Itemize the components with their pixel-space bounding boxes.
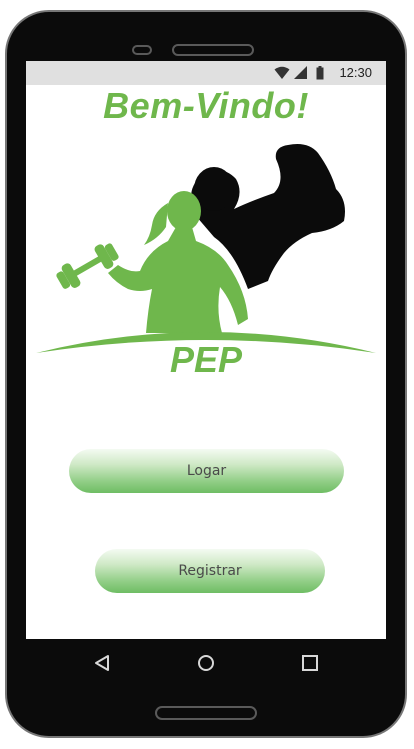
home-icon[interactable] — [197, 654, 215, 672]
dumbbell-icon — [56, 243, 119, 289]
front-camera — [132, 45, 152, 55]
status-bar: 12:30 — [26, 61, 386, 85]
home-indicator — [155, 706, 257, 720]
battery-icon — [316, 66, 324, 80]
status-time: 12:30 — [339, 65, 372, 80]
register-button[interactable]: Registrar — [95, 549, 325, 593]
wifi-icon — [274, 66, 290, 79]
logo-text: PEP — [169, 339, 243, 380]
app-screen: 12:30 Bem-Vindo! PEP Logar Registrar — [26, 61, 386, 639]
earpiece-speaker — [172, 44, 254, 56]
back-icon[interactable] — [94, 654, 110, 672]
login-button[interactable]: Logar — [69, 449, 344, 493]
welcome-title: Bem-Vindo! — [103, 85, 309, 126]
signal-icon — [294, 66, 307, 79]
recents-icon[interactable] — [301, 654, 319, 672]
